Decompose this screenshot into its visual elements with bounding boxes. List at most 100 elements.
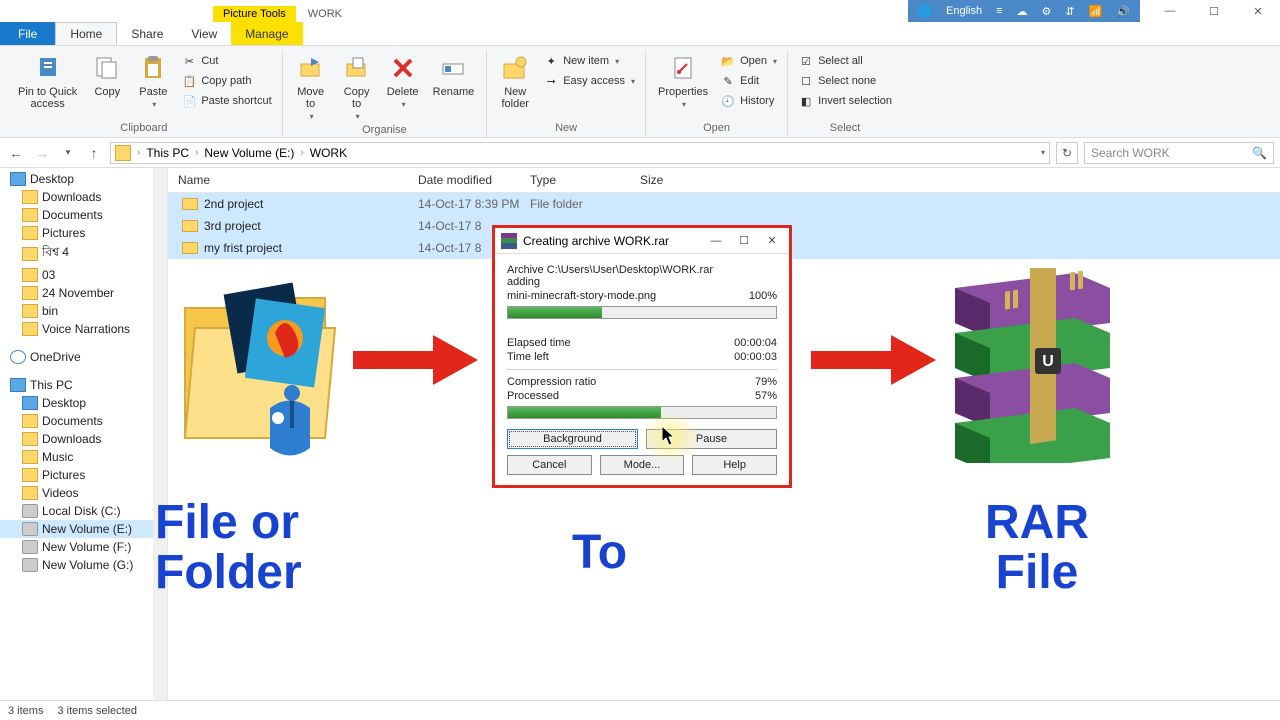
tray-icon[interactable]: 📶: [1089, 5, 1103, 18]
properties-icon: [667, 52, 699, 84]
cut-button[interactable]: ✂Cut: [179, 52, 273, 70]
crumb-folder[interactable]: WORK: [310, 146, 347, 160]
chevron-down-icon: ▾: [631, 77, 635, 86]
sidebar-item[interactable]: বিশ্ব 4: [0, 242, 167, 266]
tab-file[interactable]: File: [0, 22, 55, 45]
chevron-down-icon[interactable]: ▾: [1041, 148, 1045, 157]
column-header[interactable]: Name Date modified Type Size: [168, 168, 1280, 193]
dialog-maximize-button[interactable]: ☐: [733, 234, 755, 247]
dialog-minimize-button[interactable]: —: [705, 235, 727, 247]
help-button[interactable]: Help: [692, 455, 777, 475]
sidebar-item[interactable]: Videos: [0, 484, 167, 502]
new-item-icon: ✦: [543, 53, 559, 69]
dialog-close-button[interactable]: ✕: [761, 234, 783, 247]
close-button[interactable]: ✕: [1236, 0, 1280, 22]
sidebar-item[interactable]: Downloads: [0, 188, 167, 206]
delete-icon: [387, 52, 419, 84]
rename-button[interactable]: Rename: [429, 50, 479, 100]
paste-shortcut-button[interactable]: 📄Paste shortcut: [179, 92, 273, 110]
sidebar-item[interactable]: Pictures: [0, 466, 167, 484]
history-button[interactable]: 🕘History: [718, 92, 779, 110]
tray-icon[interactable]: ☁: [1017, 5, 1028, 18]
pin-quick-access-button[interactable]: Pin to Quick access: [14, 50, 81, 112]
sidebar-item[interactable]: Desktop: [0, 394, 167, 412]
move-to-button[interactable]: Move to▾: [291, 50, 331, 123]
select-none-button[interactable]: ☐Select none: [796, 72, 894, 90]
copy-path-button[interactable]: 📋Copy path: [179, 72, 273, 90]
maximize-button[interactable]: ☐: [1192, 0, 1236, 22]
copy-to-button[interactable]: Copy to▾: [337, 50, 377, 123]
chevron-down-icon: ▾: [152, 100, 156, 109]
sidebar-item[interactable]: New Volume (F:): [0, 538, 167, 556]
sidebar-item[interactable]: Downloads: [0, 430, 167, 448]
tray-icon[interactable]: ≡: [996, 5, 1002, 17]
col-name[interactable]: Name: [168, 168, 408, 192]
up-button[interactable]: ↑: [84, 143, 104, 163]
invert-selection-button[interactable]: ◧Invert selection: [796, 92, 894, 110]
tray-icon[interactable]: 🔊: [1116, 5, 1130, 18]
chevron-right-icon[interactable]: ›: [296, 147, 307, 158]
sidebar-item[interactable]: This PC: [0, 376, 167, 394]
sidebar-item[interactable]: Desktop: [0, 170, 167, 188]
background-button[interactable]: Background: [507, 429, 638, 449]
new-folder-button[interactable]: New folder: [495, 50, 535, 112]
sidebar-item[interactable]: bin: [0, 302, 167, 320]
breadcrumb[interactable]: › This PC › New Volume (E:) › WORK ▾: [110, 142, 1050, 164]
chevron-right-icon[interactable]: ›: [191, 147, 202, 158]
cursor-icon: [662, 426, 676, 446]
chevron-right-icon[interactable]: ›: [133, 147, 144, 158]
tab-home[interactable]: Home: [55, 22, 117, 45]
tray-icon[interactable]: ⚙: [1042, 5, 1052, 18]
tab-view[interactable]: View: [177, 22, 231, 45]
sidebar-item[interactable]: Documents: [0, 206, 167, 224]
sidebar-item[interactable]: 24 November: [0, 284, 167, 302]
tray-icon[interactable]: ⇵: [1065, 5, 1074, 18]
edit-button[interactable]: ✎Edit: [718, 72, 779, 90]
crumb-this-pc[interactable]: This PC: [146, 146, 189, 160]
sidebar-item[interactable]: Music: [0, 448, 167, 466]
forward-button[interactable]: →: [32, 143, 52, 163]
select-all-button[interactable]: ☑Select all: [796, 52, 894, 70]
language-panel[interactable]: 🌐 English ≡ ☁ ⚙ ⇵ 📶 🔊: [908, 0, 1140, 22]
sidebar-scrollbar[interactable]: [153, 168, 167, 700]
copy-button[interactable]: Copy: [87, 50, 127, 100]
delete-button[interactable]: Delete▾: [383, 50, 423, 111]
table-row[interactable]: 2nd project14-Oct-17 8:39 PMFile folder: [168, 193, 1280, 215]
sidebar-item[interactable]: 03: [0, 266, 167, 284]
total-progress-bar: [507, 406, 777, 419]
col-type[interactable]: Type: [520, 168, 630, 192]
context-tab-picture-tools: Picture Tools: [213, 6, 296, 22]
tab-share[interactable]: Share: [117, 22, 177, 45]
sidebar-item[interactable]: New Volume (G:): [0, 556, 167, 574]
new-item-button[interactable]: ✦New item▾: [541, 52, 637, 70]
easy-access-button[interactable]: ⭢Easy access▾: [541, 72, 637, 90]
ribbon-tabs: File Home Share View Manage: [0, 22, 1280, 46]
sidebar-item[interactable]: New Volume (E:): [0, 520, 167, 538]
refresh-button[interactable]: ↻: [1056, 142, 1078, 164]
svg-text:U: U: [1042, 353, 1054, 370]
paste-button[interactable]: Paste▾: [133, 50, 173, 111]
sidebar-item[interactable]: Pictures: [0, 224, 167, 242]
sidebar-item[interactable]: Documents: [0, 412, 167, 430]
col-date[interactable]: Date modified: [408, 168, 520, 192]
sidebar-item[interactable]: OneDrive: [0, 348, 167, 366]
col-size[interactable]: Size: [630, 168, 720, 192]
crumb-volume[interactable]: New Volume (E:): [204, 146, 294, 160]
elapsed-value: 00:00:04: [734, 337, 777, 349]
search-input[interactable]: Search WORK 🔍: [1084, 142, 1274, 164]
chevron-down-icon: ▾: [356, 112, 360, 121]
sidebar-item[interactable]: Local Disk (C:): [0, 502, 167, 520]
tab-manage[interactable]: Manage: [231, 22, 302, 45]
open-button[interactable]: 📂Open▾: [718, 52, 779, 70]
back-button[interactable]: ←: [6, 143, 26, 163]
total-progress-fill: [508, 407, 661, 418]
sidebar-item[interactable]: Voice Narrations: [0, 320, 167, 338]
cancel-button[interactable]: Cancel: [507, 455, 592, 475]
folder-icon: [182, 198, 198, 210]
minimize-button[interactable]: —: [1148, 0, 1192, 22]
properties-button[interactable]: Properties▾: [654, 50, 712, 111]
sidebar[interactable]: DesktopDownloadsDocumentsPicturesবিশ্ব 4…: [0, 168, 168, 700]
recent-button[interactable]: ▾: [58, 143, 78, 163]
dialog-titlebar[interactable]: Creating archive WORK.rar — ☐ ✕: [495, 228, 789, 254]
folder-icon: [182, 242, 198, 254]
